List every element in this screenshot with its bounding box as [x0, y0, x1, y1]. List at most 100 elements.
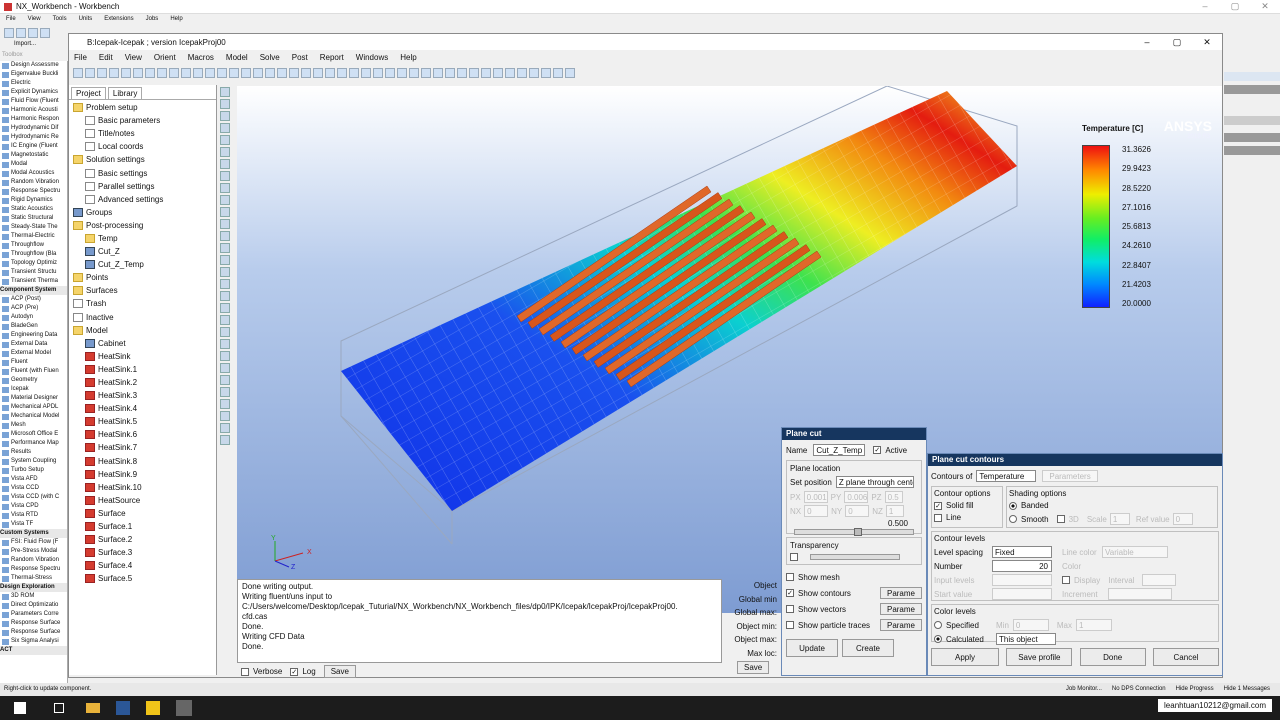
max-input[interactable]: 1 — [1076, 619, 1113, 631]
tree-node[interactable]: HeatSink.8 — [69, 455, 216, 468]
icepak-menu-report[interactable]: Report — [320, 53, 344, 62]
nz-input[interactable]: 1 — [885, 505, 904, 517]
set-position-select[interactable]: Z plane through cente — [835, 476, 914, 488]
toolbar-tool-icon[interactable] — [145, 67, 155, 78]
toolbox-item[interactable]: Results — [0, 448, 67, 457]
status-right-item[interactable]: Job Monitor... — [1066, 683, 1102, 696]
side-tool-icon[interactable] — [220, 219, 230, 229]
toolbar-tool-icon[interactable] — [409, 67, 419, 78]
start-value-input[interactable] — [992, 588, 1052, 600]
toolbar-tool-icon[interactable] — [385, 67, 395, 78]
tree-node[interactable]: Surface — [69, 507, 216, 520]
toolbox-item[interactable]: Vista RTD — [0, 511, 67, 520]
side-tool-icon[interactable] — [220, 231, 230, 241]
verbose-checkbox[interactable] — [241, 667, 249, 676]
tree-node[interactable]: HeatSink.6 — [69, 428, 216, 441]
toolbar-tool-icon[interactable] — [73, 67, 83, 78]
tree-node[interactable]: Surface.3 — [69, 546, 216, 559]
toolbox-item[interactable]: Vista CCD (with C — [0, 493, 67, 502]
toolbox-item[interactable]: Hydrodynamic Re — [0, 133, 67, 142]
icepak-menu-edit[interactable]: Edit — [99, 53, 113, 62]
tree-node[interactable]: HeatSink.1 — [69, 363, 216, 376]
side-tool-icon[interactable] — [220, 171, 230, 181]
toolbox-item[interactable]: Vista AFD — [0, 475, 67, 484]
toolbar-tool-icon[interactable] — [229, 67, 239, 78]
parameters-button[interactable]: Parame — [879, 587, 922, 599]
icepak-menu-file[interactable]: File — [74, 53, 87, 62]
toolbox-item[interactable]: Fluent — [0, 358, 67, 367]
calculated-radio[interactable] — [934, 635, 942, 643]
toolbox-item[interactable]: System Coupling — [0, 457, 67, 466]
calculated-select[interactable]: This object — [996, 633, 1056, 645]
start-icon[interactable] — [14, 702, 26, 714]
icepak-menu-post[interactable]: Post — [292, 53, 308, 62]
toolbar-tool-icon[interactable] — [361, 67, 371, 78]
workbench-taskbar-icon[interactable] — [146, 701, 160, 715]
toolbox-item[interactable]: 3D ROM — [0, 592, 67, 601]
icepak-menu-help[interactable]: Help — [400, 53, 416, 62]
toolbox-item[interactable]: Direct Optimizatio — [0, 601, 67, 610]
toolbar-tool-icon[interactable] — [85, 67, 95, 78]
side-tool-icon[interactable] — [220, 363, 230, 373]
toolbox-item[interactable]: Response Spectru — [0, 565, 67, 574]
line-checkbox[interactable] — [934, 513, 942, 522]
toolbox-item[interactable]: Vista CPD — [0, 502, 67, 511]
side-tool-icon[interactable] — [220, 291, 230, 301]
toolbox-item[interactable]: Transient Structu — [0, 268, 67, 277]
workbench-menu-view[interactable]: View — [28, 16, 41, 22]
tree-node[interactable]: Post-processing — [69, 219, 216, 232]
side-tool-icon[interactable] — [220, 399, 230, 409]
toolbox-item[interactable]: Fluid Flow (Fluent — [0, 97, 67, 106]
show-mesh-checkbox[interactable] — [786, 573, 794, 581]
side-tool-icon[interactable] — [220, 327, 230, 337]
tree-node[interactable]: Cut_Z_Temp — [69, 258, 216, 271]
toolbox-item[interactable]: Performance Map — [0, 439, 67, 448]
tree-node[interactable]: Inactive — [69, 311, 216, 324]
toolbar-tool-icon[interactable] — [349, 67, 359, 78]
toolbar-tool-icon[interactable] — [421, 67, 431, 78]
workbench-menu-jobs[interactable]: Jobs — [146, 16, 159, 22]
number-input[interactable]: 20 — [992, 560, 1052, 572]
import-button[interactable]: Import... — [14, 41, 36, 47]
toolbox-item[interactable]: Eigenvalue Buckli — [0, 70, 67, 79]
tree-node[interactable]: Advanced settings — [69, 193, 216, 206]
toolbox-item[interactable]: Pre-Stress Modal — [0, 547, 67, 556]
toolbox-item[interactable]: Transient Therma — [0, 277, 67, 286]
task-view-icon[interactable] — [54, 703, 64, 713]
save-as-icon[interactable] — [40, 28, 50, 38]
create-button[interactable]: Create — [842, 639, 894, 657]
status-right-item[interactable]: Hide 1 Messages — [1224, 683, 1270, 696]
toolbar-tool-icon[interactable] — [529, 67, 539, 78]
toolbox-item[interactable]: Material Designer — [0, 394, 67, 403]
workbench-menu-tools[interactable]: Tools — [53, 16, 67, 22]
toolbar-tool-icon[interactable] — [457, 67, 467, 78]
toolbar-tool-icon[interactable] — [313, 67, 323, 78]
workbench-window-controls[interactable]: – ▢ ✕ — [1190, 1, 1280, 12]
toolbar-tool-icon[interactable] — [505, 67, 515, 78]
tree-node[interactable]: HeatSink.7 — [69, 441, 216, 454]
toolbox-item[interactable]: Autodyn — [0, 313, 67, 322]
toolbox-item[interactable]: Random Vibration — [0, 556, 67, 565]
increment-input[interactable] — [1108, 588, 1172, 600]
solid-fill-checkbox[interactable]: ✓ — [934, 501, 942, 510]
toolbox-item[interactable]: Parameters Corre — [0, 610, 67, 619]
toolbox-item[interactable]: External Data — [0, 340, 67, 349]
new-icon[interactable] — [4, 28, 14, 38]
side-tool-icon[interactable] — [220, 267, 230, 277]
side-tool-icon[interactable] — [220, 135, 230, 145]
side-tool-icon[interactable] — [220, 315, 230, 325]
toolbox-item[interactable]: IC Engine (Fluent — [0, 142, 67, 151]
smooth-radio[interactable] — [1009, 515, 1017, 523]
toolbox-item[interactable]: Harmonic Acousti — [0, 106, 67, 115]
toolbar-tool-icon[interactable] — [109, 67, 119, 78]
toolbox-item[interactable]: Harmonic Respon — [0, 115, 67, 124]
name-input[interactable]: Cut_Z_Temp — [813, 444, 866, 456]
toolbox-item[interactable]: Steady-State The — [0, 223, 67, 232]
icepak-taskbar-icon[interactable] — [176, 700, 192, 716]
workbench-menu-help[interactable]: Help — [170, 16, 182, 22]
workbench-menu-units[interactable]: Units — [79, 16, 93, 22]
py-input[interactable]: 0.006 — [844, 491, 869, 503]
specified-radio[interactable] — [934, 621, 942, 629]
interval-input[interactable] — [1142, 574, 1177, 586]
side-tool-icon[interactable] — [220, 423, 230, 433]
